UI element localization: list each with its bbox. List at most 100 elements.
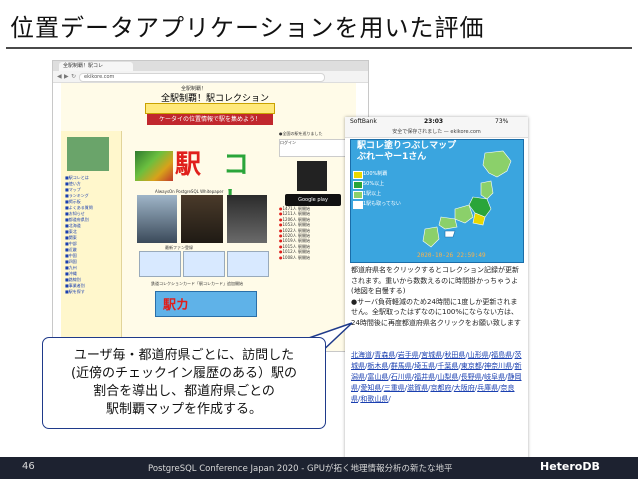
japan-map-icon [422, 150, 512, 248]
clock-label: 23:03 [424, 118, 444, 125]
prefecture-link[interactable]: 富山県 [367, 373, 388, 381]
legend-swatch [353, 191, 363, 199]
prefecture-link[interactable]: 宮城県 [421, 351, 442, 359]
legend-swatch [353, 201, 363, 209]
ad-note[interactable]: AlwaysOn PostgreSQL Whitepaper [155, 189, 223, 194]
bullet-icon: ● [279, 211, 283, 217]
prefecture-link[interactable]: 長野県 [461, 373, 482, 381]
footer-text: PostgreSQL Conference Japan 2020 - GPUが拓… [148, 464, 453, 474]
prefecture-link[interactable]: 群馬県 [391, 362, 412, 370]
cards-caption: 鉄道コレクションカード「駅コレカード」追加開始 [151, 281, 243, 286]
browser-tabbar: 全駅制覇！駅コレ [53, 61, 368, 71]
address-input[interactable]: ekikore.com [79, 73, 325, 82]
web-page: 全駅制覇！ 全駅制覇！駅コレクション ケータイの位置情報で駅を集めよう！ ■駅コ… [61, 83, 356, 351]
bullet-icon: ● [279, 254, 283, 260]
back-icon[interactable]: ◀ [57, 73, 62, 80]
prefecture-link[interactable]: 岐阜県 [484, 373, 505, 381]
prefecture-links: 北海道/青森県/岩手県/宮城県/秋田県/山形県/福島県/茨城県/栃木県/群馬県/… [351, 351, 522, 403]
page-number: 46 [22, 461, 35, 472]
bullet-icon: ● [279, 227, 283, 233]
slide-title: 位置データアプリケーションを用いた評価 [10, 14, 485, 42]
prefecture-link[interactable]: 秋田県 [444, 351, 465, 359]
train-photo[interactable] [227, 195, 267, 243]
prefecture-link[interactable]: 青森県 [374, 351, 395, 359]
phone-body-text: 都道府県名をクリックするとコレクション記録が更新されます。重いから数数えるのに時… [351, 265, 523, 328]
right-heading: ●全国の駅を巡りました [279, 131, 323, 136]
train-thumbnail[interactable] [67, 137, 109, 171]
collection-card[interactable] [227, 251, 269, 277]
logo-cube-icon [135, 151, 173, 181]
callout-line: (近傍のチェックイン履歴のある）駅の [70, 366, 298, 381]
map-legend: 100%制覇 50%以上 1駅以上 1駅も取ってない [353, 169, 417, 209]
site-nav-list: ■駅コレとは ■使い方 ■マップ ■ランキング ■掲示板 ■よくある質問 ■お知らせ ■都道府… [65, 175, 120, 295]
prefecture-link[interactable]: 和歌山県 [360, 395, 388, 403]
activity-item[interactable]: ●1008人 駅開始 [279, 255, 353, 260]
prefecture-link[interactable]: 栃木県 [367, 362, 388, 370]
bullet-icon: ● [279, 238, 283, 244]
body-paragraph: 都道府県名をクリックするとコレクション記録が更新されます。重いから数数えるのに時… [351, 266, 519, 295]
login-box[interactable]: ログイン [279, 139, 351, 157]
prefecture-link[interactable]: 東京都 [461, 362, 482, 370]
site-tagline: ケータイの位置情報で駅を集めよう！ [147, 114, 273, 125]
train-photo[interactable] [181, 195, 223, 243]
site-nav-item[interactable]: ■駅を探す [65, 289, 120, 295]
callout-line: 駅制覇マップを作成する。 [105, 402, 262, 417]
prefecture-link[interactable]: 埼玉県 [414, 362, 435, 370]
ekikore-logo[interactable]: 駅 コレ [135, 145, 270, 216]
google-play-button[interactable]: Google play [285, 194, 341, 206]
callout-line: ユーザ毎・都道府県ごとに、訪問した [73, 348, 295, 363]
site-banner[interactable] [145, 103, 275, 114]
callout-line: 割合を導出し、都道府県ごとの [93, 384, 275, 399]
prefecture-link[interactable]: 大阪府 [454, 384, 475, 392]
brand-logo: HeteroDB [540, 460, 600, 473]
collection-card[interactable] [183, 251, 225, 277]
legend-swatch [353, 171, 363, 179]
phone-address-bar[interactable]: 安全で保存されました — ekikore.com [345, 127, 528, 138]
prefecture-link[interactable]: 兵庫県 [477, 384, 498, 392]
train-photo[interactable] [137, 195, 177, 243]
legend-item: 100%制覇 [353, 169, 417, 179]
site-main: 駅 コレ AlwaysOn PostgreSQL Whitepaper 最新ファ… [125, 131, 275, 351]
train-photos [137, 195, 267, 243]
body-note: ●サーバ負荷軽減のため24時間に1度しか更新されません。全駅取ったはずなのに10… [351, 297, 521, 327]
phone-screenshot: SoftBank 23:03 73% 安全で保存されました — ekikore.… [345, 117, 528, 479]
site-left-nav: ■駅コレとは ■使い方 ■マップ ■ランキング ■掲示板 ■よくある質問 ■お知らせ ■都道府… [61, 131, 122, 351]
browser-screenshot: 全駅制覇！駅コレ ◀ ▶ ↻ ekikore.com 全駅制覇！ 全駅制覇！駅コ… [52, 60, 369, 352]
reload-icon[interactable]: ↻ [71, 73, 76, 80]
prefecture-link[interactable]: 山梨県 [437, 373, 458, 381]
battery-label: 73% [495, 118, 509, 125]
qr-code-icon [297, 161, 327, 191]
prefecture-link[interactable]: 千葉県 [437, 362, 458, 370]
map-timestamp: 2020-10-26 22:59:49 [417, 252, 486, 259]
bullet-icon: ● [279, 249, 283, 255]
phone-status-bar: SoftBank 23:03 73% [345, 117, 528, 127]
card-row [139, 251, 269, 277]
prefecture-link[interactable]: 神奈川県 [484, 362, 512, 370]
logo-text-eki: 駅 [175, 150, 202, 180]
collection-card[interactable] [139, 251, 181, 277]
legend-item: 50%以上 [353, 179, 417, 189]
legend-item: 1駅も取ってない [353, 199, 417, 209]
bullet-icon: ● [279, 222, 283, 228]
slide-footer: 46 PostgreSQL Conference Japan 2020 - GP… [0, 457, 638, 479]
forward-icon[interactable]: ▶ [64, 73, 69, 80]
title-divider [6, 47, 632, 49]
prefecture-link[interactable]: 愛知県 [360, 384, 381, 392]
prefecture-link[interactable]: 石川県 [391, 373, 412, 381]
prefecture-link[interactable]: 福井県 [414, 373, 435, 381]
browser-urlbar: ◀ ▶ ↻ ekikore.com [53, 71, 368, 83]
carrier-label: SoftBank [350, 118, 377, 125]
legend-item: 1駅以上 [353, 189, 417, 199]
activity-list: ●1471人 駅開始 ●1211人 駅開始 ●1206人 駅開始 ●1053人 駅開始… [279, 206, 353, 260]
prefecture-link[interactable]: 滋賀県 [407, 384, 428, 392]
explanation-callout: ユーザ毎・都道府県ごとに、訪問した (近傍のチェックイン履歴のある）駅の 割合を… [42, 337, 326, 429]
prefecture-link[interactable]: 福島県 [491, 351, 512, 359]
prefecture-link[interactable]: 岩手県 [398, 351, 419, 359]
prefecture-link[interactable]: 京都府 [430, 384, 451, 392]
prefecture-link[interactable]: 山形県 [468, 351, 489, 359]
callout-text: ユーザ毎・都道府県ごとに、訪問した (近傍のチェックイン履歴のある）駅の 割合を… [51, 347, 317, 419]
promo-banner-text: 駅カ [163, 298, 190, 313]
prefecture-link[interactable]: 三重県 [384, 384, 405, 392]
legend-swatch [353, 181, 363, 189]
browser-tab[interactable]: 全駅制覇！駅コレ [59, 62, 133, 71]
